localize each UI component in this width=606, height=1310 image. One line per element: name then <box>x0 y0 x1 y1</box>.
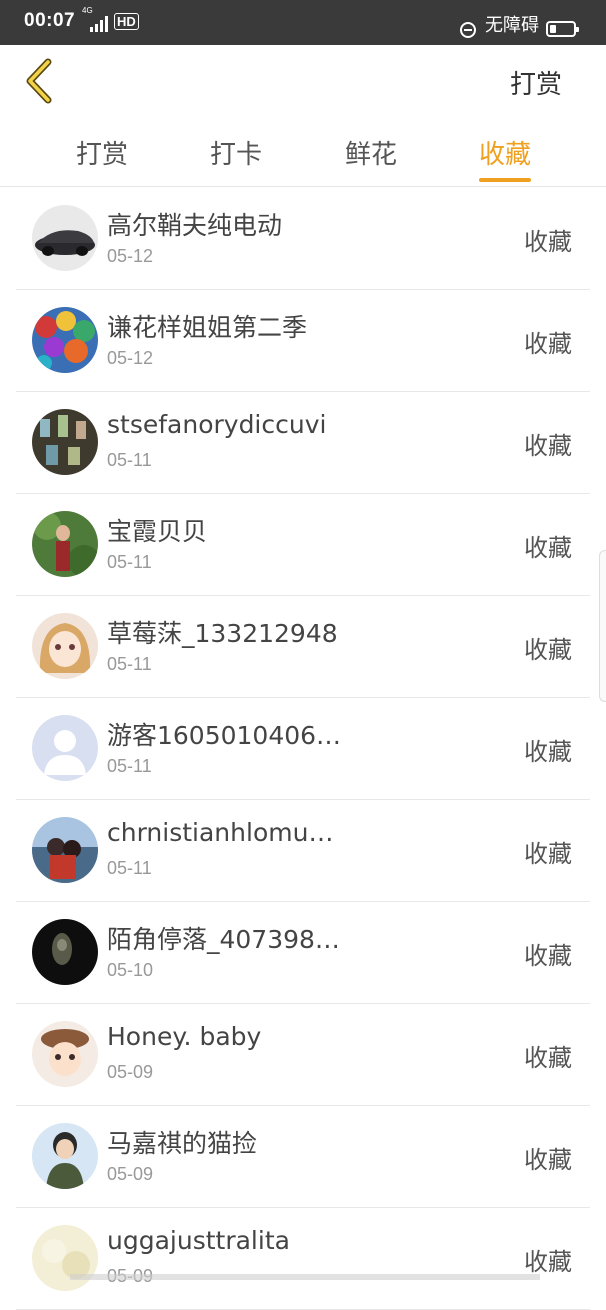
item-date: 05-11 <box>107 756 152 776</box>
chevron-left-icon <box>26 58 52 104</box>
user-name: 宝霞贝贝 <box>107 517 208 546</box>
status-time: 00:07 <box>24 10 76 31</box>
list-item[interactable]: 高尔鞘夫纯电动 05-12 收藏 <box>16 187 590 290</box>
side-handle[interactable] <box>599 550 606 702</box>
avatar <box>32 409 98 475</box>
user-name: 高尔鞘夫纯电动 <box>107 211 283 240</box>
back-button[interactable] <box>20 56 60 106</box>
list-item[interactable]: 谦花样姐姐第二季 05-12 收藏 <box>16 289 590 392</box>
avatar <box>32 307 98 373</box>
accessibility-label: 无障碍 <box>485 15 539 36</box>
list-item[interactable]: chrnistianhlomub… 05-11 收藏 <box>16 799 590 902</box>
user-name: uggajusttralita <box>107 1226 290 1255</box>
avatar <box>32 1225 98 1291</box>
favorite-label: 收藏 <box>524 1146 572 1174</box>
avatar <box>32 511 98 577</box>
user-name: chrnistianhlomub… <box>107 818 347 847</box>
avatar <box>32 817 98 883</box>
reward-button[interactable]: 打赏 <box>510 64 562 101</box>
tab-checkin[interactable]: 打卡 <box>210 134 262 171</box>
favorite-label: 收藏 <box>524 1248 572 1276</box>
user-name: 谦花样姐姐第二季 <box>107 313 308 342</box>
tab-flowers[interactable]: 鲜花 <box>345 134 397 171</box>
favorite-label: 收藏 <box>524 738 572 766</box>
signal-icon <box>88 14 110 32</box>
item-date: 05-09 <box>107 1164 154 1184</box>
list-item[interactable]: stsefanorydiccuvi 05-11 收藏 <box>16 391 590 494</box>
list-item[interactable]: Honey. baby 05-09 收藏 <box>16 1003 590 1106</box>
list-item[interactable]: 宝霞贝贝 05-11 收藏 <box>16 493 590 596</box>
hd-icon: HD <box>114 13 139 30</box>
user-name: stsefanorydiccuvi <box>107 410 327 439</box>
tab-reward[interactable]: 打赏 <box>76 134 128 171</box>
item-date: 05-10 <box>107 960 154 980</box>
item-date: 05-11 <box>107 858 152 878</box>
user-name: 马嘉祺的猫捡 <box>107 1129 258 1158</box>
item-date: 05-09 <box>107 1062 154 1082</box>
list-item[interactable]: uggajusttralita 05-09 收藏 <box>16 1207 590 1310</box>
favorite-label: 收藏 <box>524 1044 572 1072</box>
list-item[interactable]: 马嘉祺的猫捡 05-09 收藏 <box>16 1105 590 1208</box>
item-date: 05-11 <box>107 654 152 674</box>
avatar <box>32 715 98 781</box>
item-date: 05-12 <box>107 348 154 368</box>
bottom-strip <box>70 1274 540 1280</box>
list-item[interactable]: 陌角停落_407398… 05-10 收藏 <box>16 901 590 1004</box>
avatar <box>32 1021 98 1087</box>
avatar <box>32 1123 98 1189</box>
dnd-icon <box>460 22 476 38</box>
user-name: 游客1605010406… <box>107 721 342 750</box>
avatar <box>32 613 98 679</box>
list-item[interactable]: 游客1605010406… 05-11 收藏 <box>16 697 590 800</box>
avatar <box>32 919 98 985</box>
favorite-label: 收藏 <box>524 840 572 868</box>
list-item[interactable]: 草莓莯_133212948 05-11 收藏 <box>16 595 590 698</box>
battery-icon <box>546 21 579 37</box>
item-date: 05-11 <box>107 552 152 572</box>
favorite-label: 收藏 <box>524 330 572 358</box>
tab-bar: 打赏 打卡 鲜花 收藏 <box>0 120 606 187</box>
user-name: Honey. baby <box>107 1022 262 1051</box>
item-date: 05-11 <box>107 450 152 470</box>
user-name: 草莓莯_133212948 <box>107 619 338 648</box>
status-bar: 00:07 4G HD 无障碍 <box>0 0 606 45</box>
active-tab-indicator <box>479 178 531 182</box>
favorite-label: 收藏 <box>524 432 572 460</box>
tab-favorites[interactable]: 收藏 <box>479 134 531 171</box>
favorite-label: 收藏 <box>524 636 572 664</box>
favorite-label: 收藏 <box>524 942 572 970</box>
favorite-label: 收藏 <box>524 228 572 256</box>
user-name: 陌角停落_407398… <box>107 925 340 954</box>
favorite-label: 收藏 <box>524 534 572 562</box>
avatar <box>32 205 98 271</box>
item-date: 05-12 <box>107 246 154 266</box>
